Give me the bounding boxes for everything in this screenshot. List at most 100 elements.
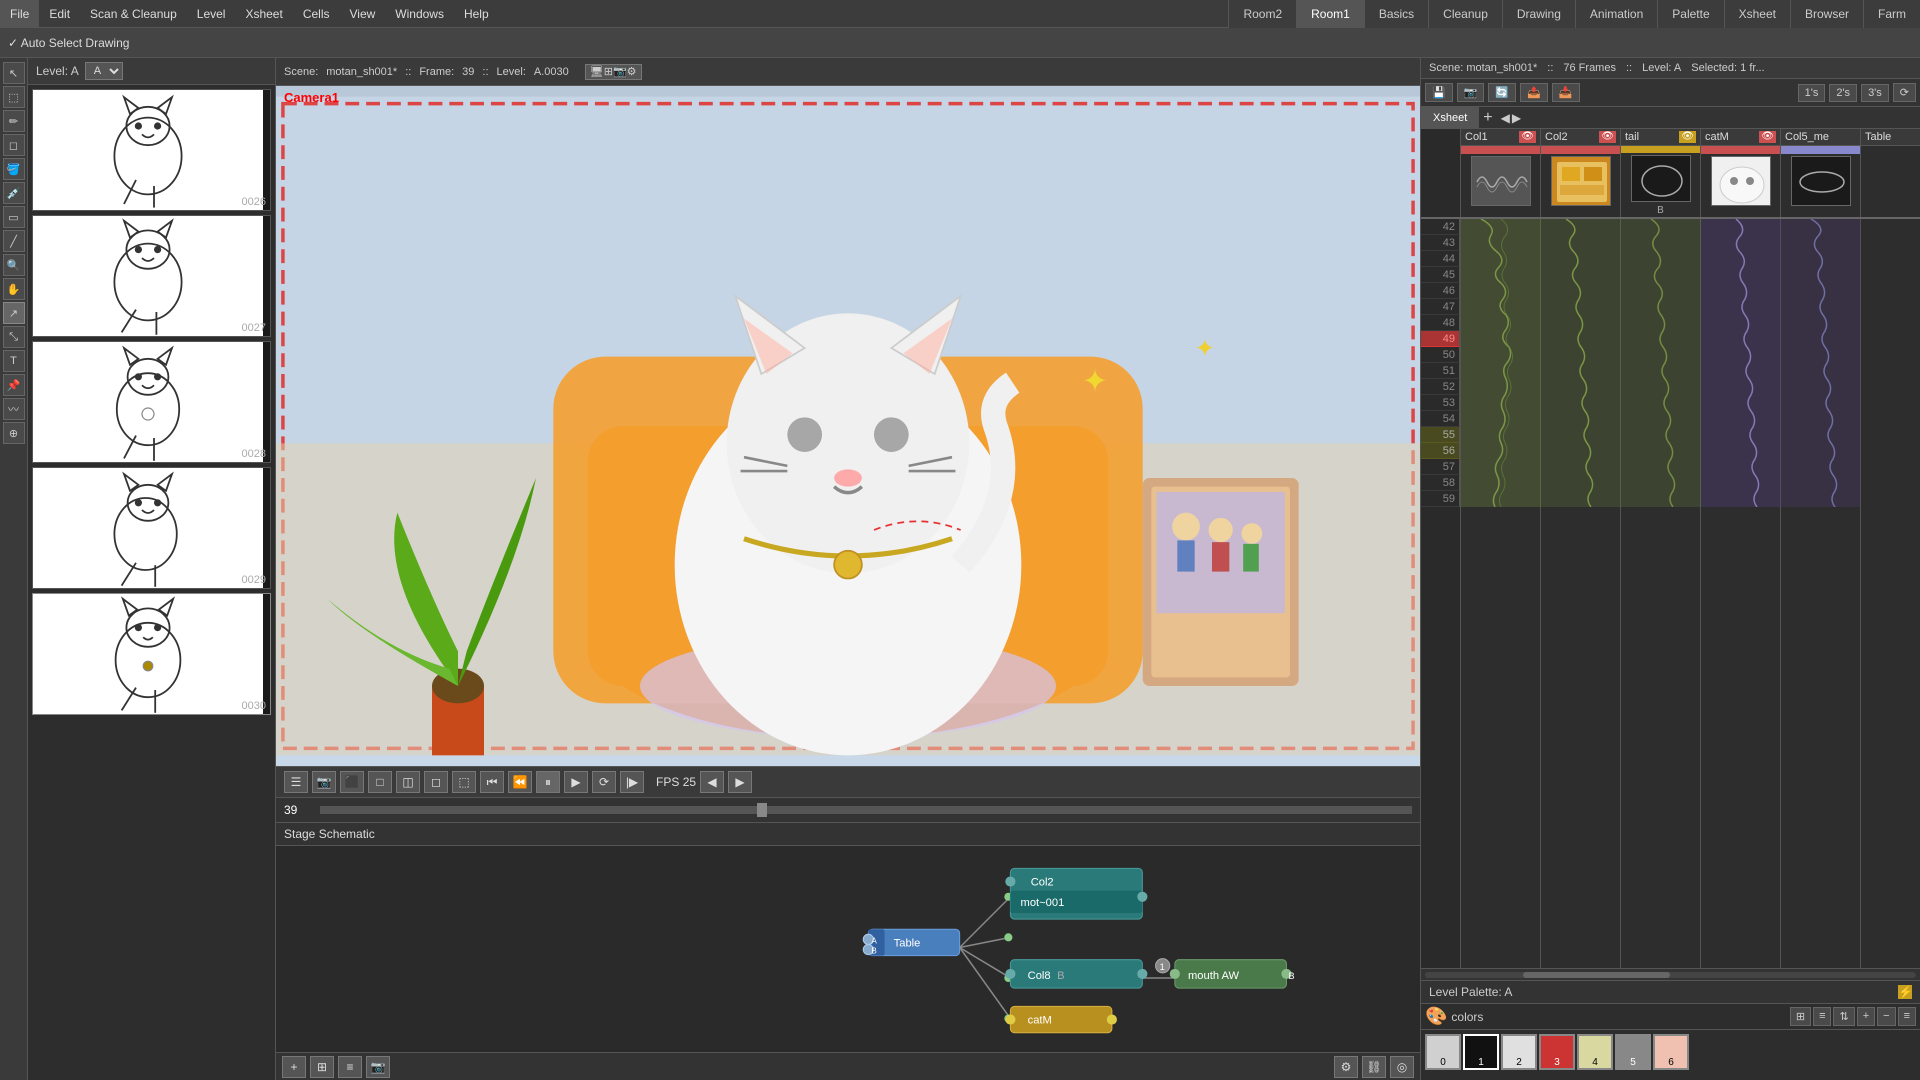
- bottom-list-btn[interactable]: ≡: [338, 1056, 362, 1078]
- room-tab-drawing[interactable]: Drawing: [1502, 0, 1575, 28]
- tool-bender[interactable]: 〰: [3, 398, 25, 420]
- tool-eraser[interactable]: ◻: [3, 134, 25, 156]
- fps-next-btn[interactable]: ▶: [728, 771, 752, 793]
- tool-pan[interactable]: ✋: [3, 278, 25, 300]
- tool-transform[interactable]: ⤡: [3, 326, 25, 348]
- palette-grid-btn[interactable]: ⊞: [1790, 1007, 1811, 1026]
- palette-list-btn[interactable]: ≡: [1813, 1007, 1831, 1026]
- swatch-4[interactable]: 4: [1577, 1034, 1613, 1070]
- menu-cells[interactable]: Cells: [293, 0, 340, 28]
- tool-fill[interactable]: 🪣: [3, 158, 25, 180]
- bottom-add-btn[interactable]: +: [282, 1056, 306, 1078]
- film-frame-0027[interactable]: 0027: [32, 215, 271, 337]
- tool-pointer[interactable]: ↗: [3, 302, 25, 324]
- swatch-5[interactable]: 5: [1615, 1034, 1651, 1070]
- xsheet-nav-btns[interactable]: ◀ ▶: [1497, 111, 1525, 125]
- bottom-settings-btn[interactable]: ⚙: [1334, 1056, 1358, 1078]
- menu-edit[interactable]: Edit: [39, 0, 80, 28]
- palette-icon[interactable]: 🎨: [1425, 1006, 1447, 1027]
- canvas-view-icons[interactable]: 🖥⊞📷⚙: [585, 64, 642, 80]
- col-header-col2[interactable]: Col2 👁: [1541, 129, 1621, 217]
- room-tab-farm[interactable]: Farm: [1863, 0, 1920, 28]
- room-tab-palette[interactable]: Palette: [1657, 0, 1723, 28]
- catm-eye-btn[interactable]: 👁: [1759, 131, 1776, 143]
- col1-data[interactable]: [1461, 219, 1541, 968]
- room-tab-animation[interactable]: Animation: [1575, 0, 1657, 28]
- bottom-snap-btn[interactable]: ◎: [1390, 1056, 1414, 1078]
- canvas-viewport[interactable]: ✦ ✦ Camera1: [276, 86, 1420, 766]
- xsheet-3s-btn[interactable]: 3's: [1861, 84, 1889, 102]
- menu-windows[interactable]: Windows: [385, 0, 454, 28]
- film-frame-0029[interactable]: 0029: [32, 467, 271, 589]
- scroll-thumb[interactable]: [1523, 972, 1670, 978]
- transport-square1-btn[interactable]: ⬛: [340, 771, 364, 793]
- col1-eye-btn[interactable]: 👁: [1519, 131, 1536, 143]
- swatch-3[interactable]: 3: [1539, 1034, 1575, 1070]
- room-tab-xsheet[interactable]: Xsheet: [1724, 0, 1790, 28]
- tool-brush[interactable]: ✏: [3, 110, 25, 132]
- film-frame-0030[interactable]: 0030: [32, 593, 271, 715]
- col-header-col5me[interactable]: Col5_me: [1781, 129, 1861, 217]
- room-tab-room1[interactable]: Room1: [1296, 0, 1364, 28]
- film-frame-0026[interactable]: 0026: [32, 89, 271, 211]
- tool-shape[interactable]: ▭: [3, 206, 25, 228]
- room-tab-basics[interactable]: Basics: [1364, 0, 1428, 28]
- bottom-grid-btn[interactable]: ⊞: [310, 1056, 334, 1078]
- transport-step-btn[interactable]: |▶: [620, 771, 644, 793]
- transport-first-btn[interactable]: ⏮: [480, 771, 504, 793]
- tool-pin[interactable]: 📌: [3, 374, 25, 396]
- transport-dualframe-btn[interactable]: ◫: [396, 771, 420, 793]
- tail-eye-btn[interactable]: 👁: [1679, 131, 1696, 143]
- tool-line[interactable]: ╱: [3, 230, 25, 252]
- transport-prev-btn[interactable]: ⏪: [508, 771, 532, 793]
- col2-data[interactable]: [1541, 219, 1621, 968]
- xsheet-tab[interactable]: Xsheet: [1421, 107, 1479, 129]
- xsheet-import-btn[interactable]: 📥: [1552, 83, 1580, 102]
- palette-add-btn[interactable]: +: [1857, 1007, 1875, 1026]
- transport-camera-btn[interactable]: 📷: [312, 771, 336, 793]
- transport-frame-btn[interactable]: ◻: [424, 771, 448, 793]
- catm-data[interactable]: [1701, 219, 1781, 968]
- transport-square2-btn[interactable]: □: [368, 771, 392, 793]
- frame-scrubber[interactable]: [320, 806, 1412, 814]
- palette-sort-btn[interactable]: ⇅: [1833, 1007, 1854, 1026]
- col2-eye-btn[interactable]: 👁: [1599, 131, 1616, 143]
- xsheet-1s-btn[interactable]: 1's: [1798, 84, 1826, 102]
- tool-zoom[interactable]: 🔍: [3, 254, 25, 276]
- col-header-catm[interactable]: catM 👁: [1701, 129, 1781, 217]
- transport-loop-btn[interactable]: ⟳: [592, 771, 616, 793]
- fps-prev-btn[interactable]: ◀: [700, 771, 724, 793]
- menu-scan-cleanup[interactable]: Scan & Cleanup: [80, 0, 187, 28]
- xsheet-reload-btn[interactable]: 🔄: [1488, 83, 1516, 102]
- transport-pause-btn[interactable]: ⏸: [536, 771, 560, 793]
- xsheet-save-btn[interactable]: 💾: [1425, 83, 1453, 102]
- transport-play-btn[interactable]: ▶: [564, 771, 588, 793]
- tool-select[interactable]: ⬚: [3, 86, 25, 108]
- menu-xsheet[interactable]: Xsheet: [235, 0, 292, 28]
- xsheet-camera-btn[interactable]: 📷: [1457, 83, 1485, 102]
- tool-magnet[interactable]: ⊕: [3, 422, 25, 444]
- room-tab-cleanup[interactable]: Cleanup: [1428, 0, 1502, 28]
- room-tab-room2[interactable]: Room2: [1228, 0, 1296, 28]
- level-select[interactable]: A: [85, 62, 123, 80]
- swatch-6[interactable]: 6: [1653, 1034, 1689, 1070]
- film-frame-0028[interactable]: 0028: [32, 341, 271, 463]
- scrubber-handle[interactable]: [757, 803, 767, 817]
- tail-data[interactable]: [1621, 219, 1701, 968]
- menu-help[interactable]: Help: [454, 0, 499, 28]
- col-header-tail[interactable]: tail 👁 B: [1621, 129, 1701, 217]
- bottom-camera-btn[interactable]: 📷: [366, 1056, 390, 1078]
- tool-arrow[interactable]: ↖: [3, 62, 25, 84]
- tool-text[interactable]: T: [3, 350, 25, 372]
- xsheet-scrollbar[interactable]: [1421, 968, 1920, 980]
- menu-level[interactable]: Level: [187, 0, 236, 28]
- col5-data[interactable]: [1781, 219, 1861, 968]
- col-header-col1[interactable]: Col1 👁: [1461, 129, 1541, 217]
- transport-menu-btn[interactable]: ☰: [284, 771, 308, 793]
- palette-options-btn[interactable]: ≡: [1898, 1007, 1916, 1026]
- room-tab-browser[interactable]: Browser: [1790, 0, 1863, 28]
- xsheet-add-col-btn[interactable]: +: [1479, 109, 1496, 127]
- swatch-0[interactable]: 0: [1425, 1034, 1461, 1070]
- bottom-connect-btn[interactable]: ⛓: [1362, 1056, 1386, 1078]
- tool-eyedrop[interactable]: 💉: [3, 182, 25, 204]
